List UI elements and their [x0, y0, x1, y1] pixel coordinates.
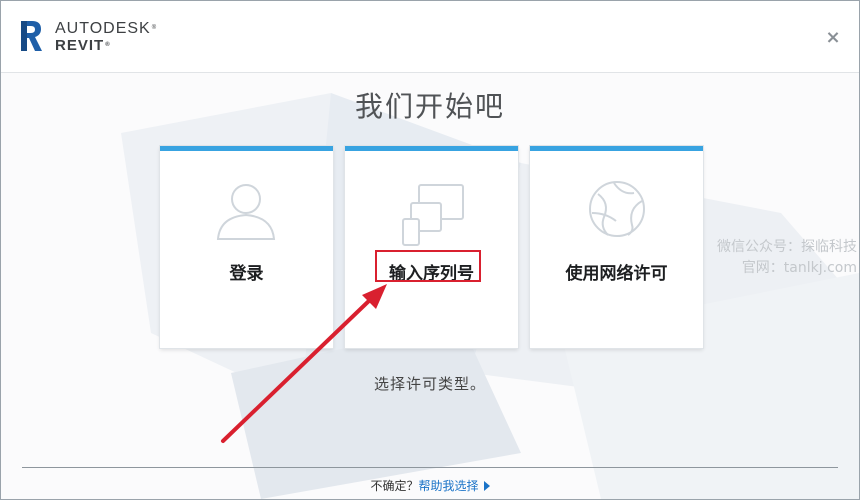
play-arrow-icon[interactable]: [483, 481, 490, 491]
network-globe-icon: [589, 181, 645, 237]
network-license-card[interactable]: 使用网络许可: [530, 146, 703, 348]
footer-divider: [22, 467, 838, 468]
revit-license-window: AUTODESK® REVIT® × 我们开始吧 登录 输入序列号 使用网络许可…: [0, 0, 860, 500]
help-me-choose-link[interactable]: 帮助我选择: [419, 479, 479, 493]
footer: 不确定？帮助我选择: [1, 477, 859, 494]
network-license-label: 使用网络许可: [565, 264, 668, 284]
revit-logo-icon: [21, 21, 42, 51]
close-button[interactable]: ×: [823, 28, 843, 48]
page-heading: 我们开始吧: [354, 90, 505, 123]
footer-prefix: 不确定？: [370, 479, 419, 493]
brand-revit: REVIT: [55, 37, 105, 54]
enter-serial-card[interactable]: 输入序列号: [345, 146, 518, 348]
devices-icon: [402, 184, 464, 246]
brand-autodesk: AUTODESK: [55, 20, 151, 37]
brand-wordmark: AUTODESK® REVIT®: [55, 20, 158, 54]
sign-in-card[interactable]: 登录: [160, 146, 333, 348]
watermark-line-2: 官网：tanlkj.com: [741, 260, 857, 276]
title-bar: AUTODESK® REVIT® ×: [1, 1, 859, 73]
highlight-box: [375, 250, 481, 282]
sign-in-label: 登录: [229, 264, 264, 284]
license-type-prompt: 选择许可类型。: [373, 375, 486, 393]
watermark-line-1: 微信公众号：探临科技: [717, 239, 857, 255]
user-icon: [216, 184, 276, 240]
